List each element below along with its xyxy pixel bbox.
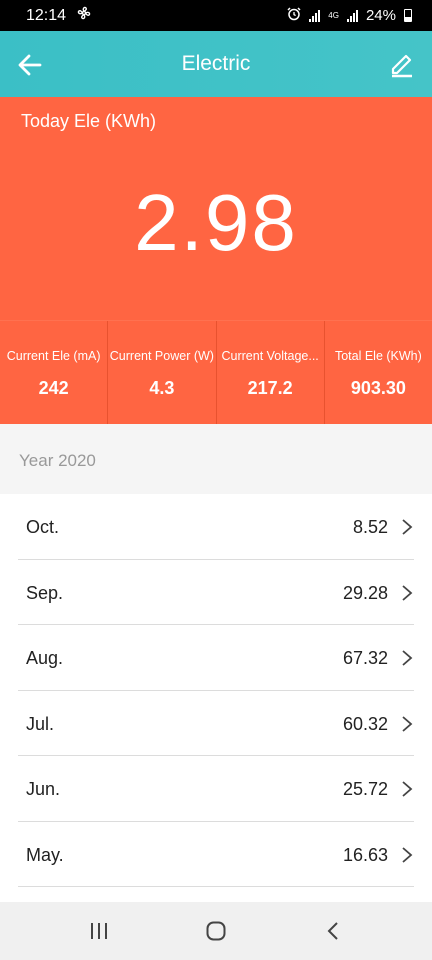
month-row-jun[interactable]: Jun. 25.72 [18, 756, 414, 822]
status-left: 12:14 [26, 5, 92, 26]
pencil-icon [391, 54, 412, 78]
arrow-left-icon [18, 54, 42, 76]
signal-icon [309, 9, 321, 22]
signal-icon-2 [346, 9, 358, 22]
month-row-aug[interactable]: Aug. 67.32 [18, 625, 414, 691]
today-label: Today Ele (KWh) [21, 111, 157, 131]
stat-value: 903.30 [350, 378, 406, 398]
month-row-oct[interactable]: Oct. 8.52 [18, 494, 414, 560]
status-time: 12:14 [26, 6, 67, 24]
system-nav-bar [0, 902, 432, 960]
stat-total-ele: Total Ele (KWh) 903.30 [325, 321, 432, 424]
chevron-right-icon [402, 715, 413, 732]
recent-apps-button[interactable] [79, 916, 119, 946]
month-name: Sep. [26, 582, 64, 603]
month-value: 8.52 [352, 517, 388, 537]
battery-percent: 24% [365, 7, 396, 24]
month-name: Jul. [26, 713, 55, 734]
network-type: 4G [328, 10, 339, 20]
chevron-right-icon [402, 781, 413, 797]
today-value: 2.98 [134, 178, 298, 267]
chevron-right-icon [402, 846, 413, 863]
back-button[interactable] [16, 51, 44, 79]
app-bar: Electric [0, 31, 432, 97]
status-bar: 12:14 4G 24% [0, 0, 432, 31]
stats-row: Current Ele (mA) 242 Current Power (W) 4… [0, 320, 432, 424]
month-value: 60.32 [342, 713, 388, 734]
edit-button[interactable] [388, 51, 416, 79]
month-name: Aug. [26, 648, 64, 668]
month-row-may[interactable]: May. 16.63 [18, 822, 414, 887]
year-header: Year 2020 [0, 424, 432, 494]
battery-icon [404, 9, 412, 22]
status-right: 4G 24% [287, 6, 412, 25]
month-value: 67.32 [342, 648, 388, 668]
chevron-right-icon [402, 650, 413, 666]
stat-current-voltage: Current Voltage... 217.2 [217, 321, 325, 424]
year-label: Year 2020 [19, 451, 96, 470]
stat-label: Current Power (W) [109, 349, 214, 363]
month-list: Oct. 8.52 Sep. 29.28 Aug. 67.32 Jul. 60.… [0, 494, 432, 902]
month-row-sep[interactable]: Sep. 29.28 [18, 560, 414, 625]
stat-value: 217.2 [247, 378, 293, 398]
stat-current-power: Current Power (W) 4.3 [108, 321, 217, 424]
alarm-icon [287, 6, 301, 25]
month-name: May. [26, 844, 64, 865]
month-value: 16.63 [342, 844, 388, 865]
stat-label: Total Ele (KWh) [334, 349, 422, 363]
stat-current-ele: Current Ele (mA) 242 [0, 321, 109, 424]
stat-value: 4.3 [149, 378, 175, 398]
today-summary: Today Ele (KWh) 2.98 [0, 97, 432, 320]
stat-label: Current Ele (mA) [6, 349, 101, 363]
stat-value: 242 [38, 378, 69, 398]
month-row-jul[interactable]: Jul. 60.32 [18, 691, 414, 756]
month-value: 25.72 [342, 779, 388, 799]
page-title: Electric [181, 52, 251, 75]
back-icon [327, 922, 339, 940]
month-value: 29.28 [342, 582, 388, 603]
chevron-right-icon [402, 519, 413, 535]
system-back-button[interactable] [313, 916, 353, 946]
recent-apps-icon [90, 923, 107, 939]
home-icon [206, 921, 226, 941]
stat-label: Current Voltage... [221, 349, 319, 363]
fan-icon [76, 5, 92, 26]
month-name: Oct. [26, 517, 60, 537]
home-button[interactable] [196, 916, 236, 946]
month-name: Jun. [26, 779, 61, 799]
chevron-right-icon [402, 584, 413, 601]
